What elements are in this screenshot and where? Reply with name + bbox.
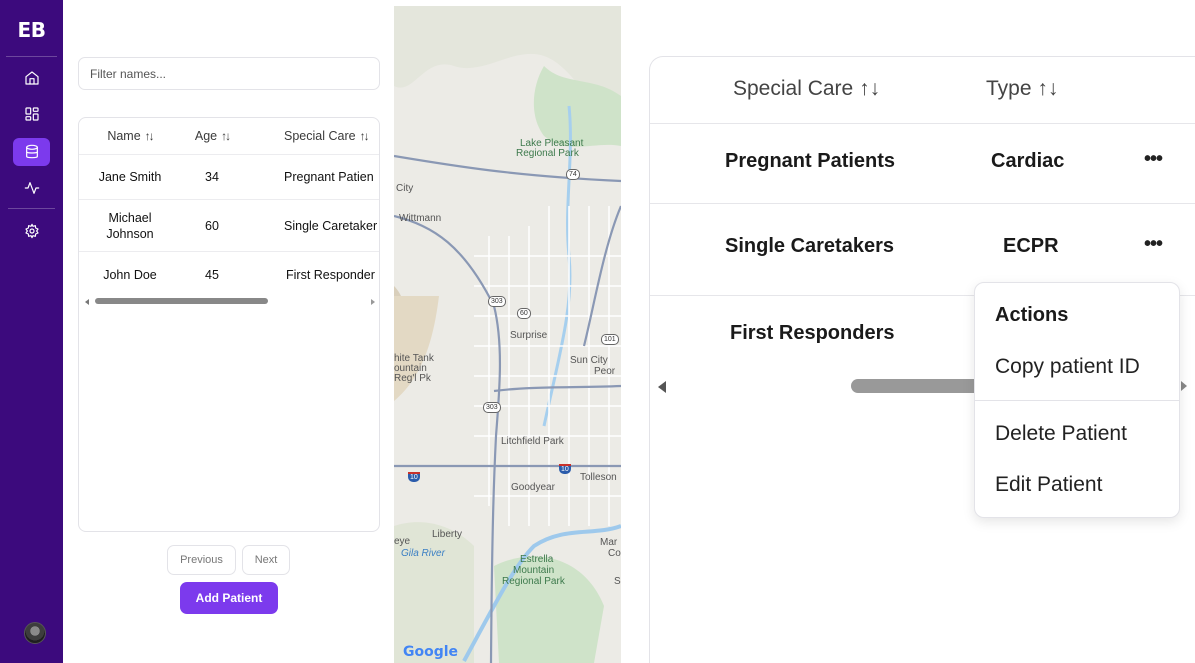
map[interactable]: Lake Pleasant Regional Park 74 City Witt… bbox=[394, 6, 621, 663]
map-label: Sun City bbox=[570, 355, 608, 366]
menu-separator bbox=[975, 400, 1179, 401]
column-header-age[interactable]: Age ↑↓ bbox=[187, 129, 237, 143]
map-label: Liberty bbox=[432, 529, 463, 540]
scrollbar-thumb[interactable] bbox=[95, 298, 268, 304]
cell-type: Cardiac bbox=[991, 150, 1065, 172]
map-label: Peor bbox=[594, 366, 616, 377]
route-shield: 303 bbox=[488, 296, 506, 307]
column-header-special-care[interactable]: Special Care ↑↓ bbox=[284, 129, 370, 143]
sort-icon: ↑↓ bbox=[144, 129, 155, 143]
sidebar-divider bbox=[6, 56, 57, 57]
map-label: Mar bbox=[600, 537, 618, 548]
map-label: Tolleson bbox=[580, 472, 617, 483]
sidebar-divider bbox=[8, 208, 55, 209]
cell-age: 45 bbox=[205, 267, 219, 282]
column-label: Special Care bbox=[284, 129, 356, 143]
map-label: Goodyear bbox=[511, 482, 555, 493]
user-avatar[interactable] bbox=[24, 622, 46, 644]
map-label: Reg'l Pk bbox=[394, 373, 431, 384]
column-label: Age bbox=[194, 129, 218, 143]
table-row[interactable]: Pregnant Patients Cardiac ••• bbox=[650, 124, 1195, 204]
map-label: Regional Park bbox=[502, 576, 565, 587]
home-icon[interactable] bbox=[13, 64, 50, 92]
scroll-left-icon[interactable] bbox=[85, 299, 89, 305]
map-label: Wittmann bbox=[399, 213, 442, 224]
cell-age: 60 bbox=[205, 218, 219, 233]
route-shield: 101 bbox=[601, 334, 619, 345]
scroll-right-icon[interactable] bbox=[1181, 381, 1187, 391]
google-logo-text: Google bbox=[403, 644, 459, 660]
next-button[interactable]: Next bbox=[242, 545, 290, 575]
menu-title: Actions bbox=[995, 304, 1069, 326]
table-header-row: Name ↑↓ Age ↑↓ Special Care ↑↓ bbox=[79, 118, 379, 155]
add-patient-button[interactable]: Add Patient bbox=[180, 582, 278, 614]
sort-icon: ↑↓ bbox=[221, 129, 231, 143]
table-row[interactable]: Jane Smith 34 Pregnant Patien bbox=[79, 155, 379, 200]
route-shield: 60 bbox=[517, 308, 531, 319]
scrollbar-thumb[interactable] bbox=[851, 379, 991, 393]
copy-patient-id-item[interactable]: Copy patient ID bbox=[995, 355, 1140, 379]
cell-special-care: Single Caretaker bbox=[284, 218, 378, 233]
interstate-shield: 10 bbox=[559, 464, 571, 474]
route-shield: 303 bbox=[483, 402, 501, 413]
map-label: Gila River bbox=[401, 548, 445, 559]
scroll-right-icon[interactable] bbox=[371, 299, 375, 305]
table-header-row: Special Care ↑↓ Type ↑↓ bbox=[650, 57, 1195, 124]
activity-icon[interactable] bbox=[13, 174, 50, 202]
scroll-left-icon[interactable] bbox=[658, 381, 666, 393]
cell-name: Jane Smith bbox=[98, 170, 162, 184]
map-label: City bbox=[396, 183, 414, 194]
sort-icon: ↑↓ bbox=[859, 77, 881, 100]
cell-special-care: First Responder bbox=[286, 267, 375, 282]
settings-icon[interactable] bbox=[13, 217, 50, 245]
cell-special-care: Single Caretakers bbox=[725, 235, 894, 257]
horizontal-scrollbar[interactable] bbox=[85, 297, 375, 307]
map-label: eye bbox=[394, 536, 411, 547]
map-label: S bbox=[614, 576, 621, 587]
sort-icon: ↑↓ bbox=[1037, 77, 1059, 100]
table-row[interactable]: John Doe 45 First Responder bbox=[79, 252, 379, 297]
cell-special-care: Pregnant Patients bbox=[725, 150, 896, 172]
map-label: Co bbox=[608, 548, 621, 559]
column-header-special-care[interactable]: Special Care ↑↓ bbox=[733, 77, 880, 101]
more-actions-icon[interactable]: ••• bbox=[1144, 148, 1163, 171]
app-logo: EB bbox=[17, 18, 46, 42]
cell-type: ECPR bbox=[1003, 235, 1059, 257]
dashboard-icon[interactable] bbox=[13, 100, 50, 128]
route-shield: 74 bbox=[566, 169, 580, 180]
map-background bbox=[394, 6, 621, 663]
cell-name: Michael Johnson bbox=[106, 210, 154, 241]
column-label: Name bbox=[107, 129, 141, 143]
interstate-shield: 10 bbox=[408, 472, 420, 482]
google-logo: Google bbox=[403, 644, 458, 660]
database-icon[interactable] bbox=[13, 138, 50, 166]
cell-special-care: First Responders bbox=[730, 322, 895, 344]
cell-name: John Doe bbox=[103, 267, 157, 282]
map-label: Regional Park bbox=[516, 148, 579, 159]
map-label: Surprise bbox=[510, 330, 548, 341]
table-row[interactable]: Michael Johnson 60 Single Caretaker bbox=[79, 200, 379, 252]
column-header-name[interactable]: Name ↑↓ bbox=[79, 129, 181, 143]
edit-patient-item[interactable]: Edit Patient bbox=[995, 473, 1102, 497]
map-label: Estrella bbox=[520, 554, 554, 565]
column-label: Special Care bbox=[733, 77, 854, 100]
sort-icon: ↑↓ bbox=[359, 129, 370, 143]
cell-age: 34 bbox=[205, 170, 219, 184]
column-header-type[interactable]: Type ↑↓ bbox=[986, 77, 1058, 101]
column-label: Type bbox=[986, 77, 1032, 100]
previous-button[interactable]: Previous bbox=[167, 545, 236, 575]
map-label: Litchfield Park bbox=[501, 436, 564, 447]
more-actions-icon[interactable]: ••• bbox=[1144, 233, 1163, 256]
actions-menu: Actions Copy patient ID Delete Patient E… bbox=[974, 282, 1180, 518]
cell-special-care: Pregnant Patien bbox=[284, 170, 374, 184]
sidebar: EB bbox=[0, 0, 63, 663]
delete-patient-item[interactable]: Delete Patient bbox=[995, 422, 1127, 446]
map-label: Mountain bbox=[513, 565, 555, 576]
patients-table: Name ↑↓ Age ↑↓ Special Care ↑↓ Jane Smith 3… bbox=[78, 117, 380, 532]
filter-names-input[interactable] bbox=[78, 57, 380, 90]
